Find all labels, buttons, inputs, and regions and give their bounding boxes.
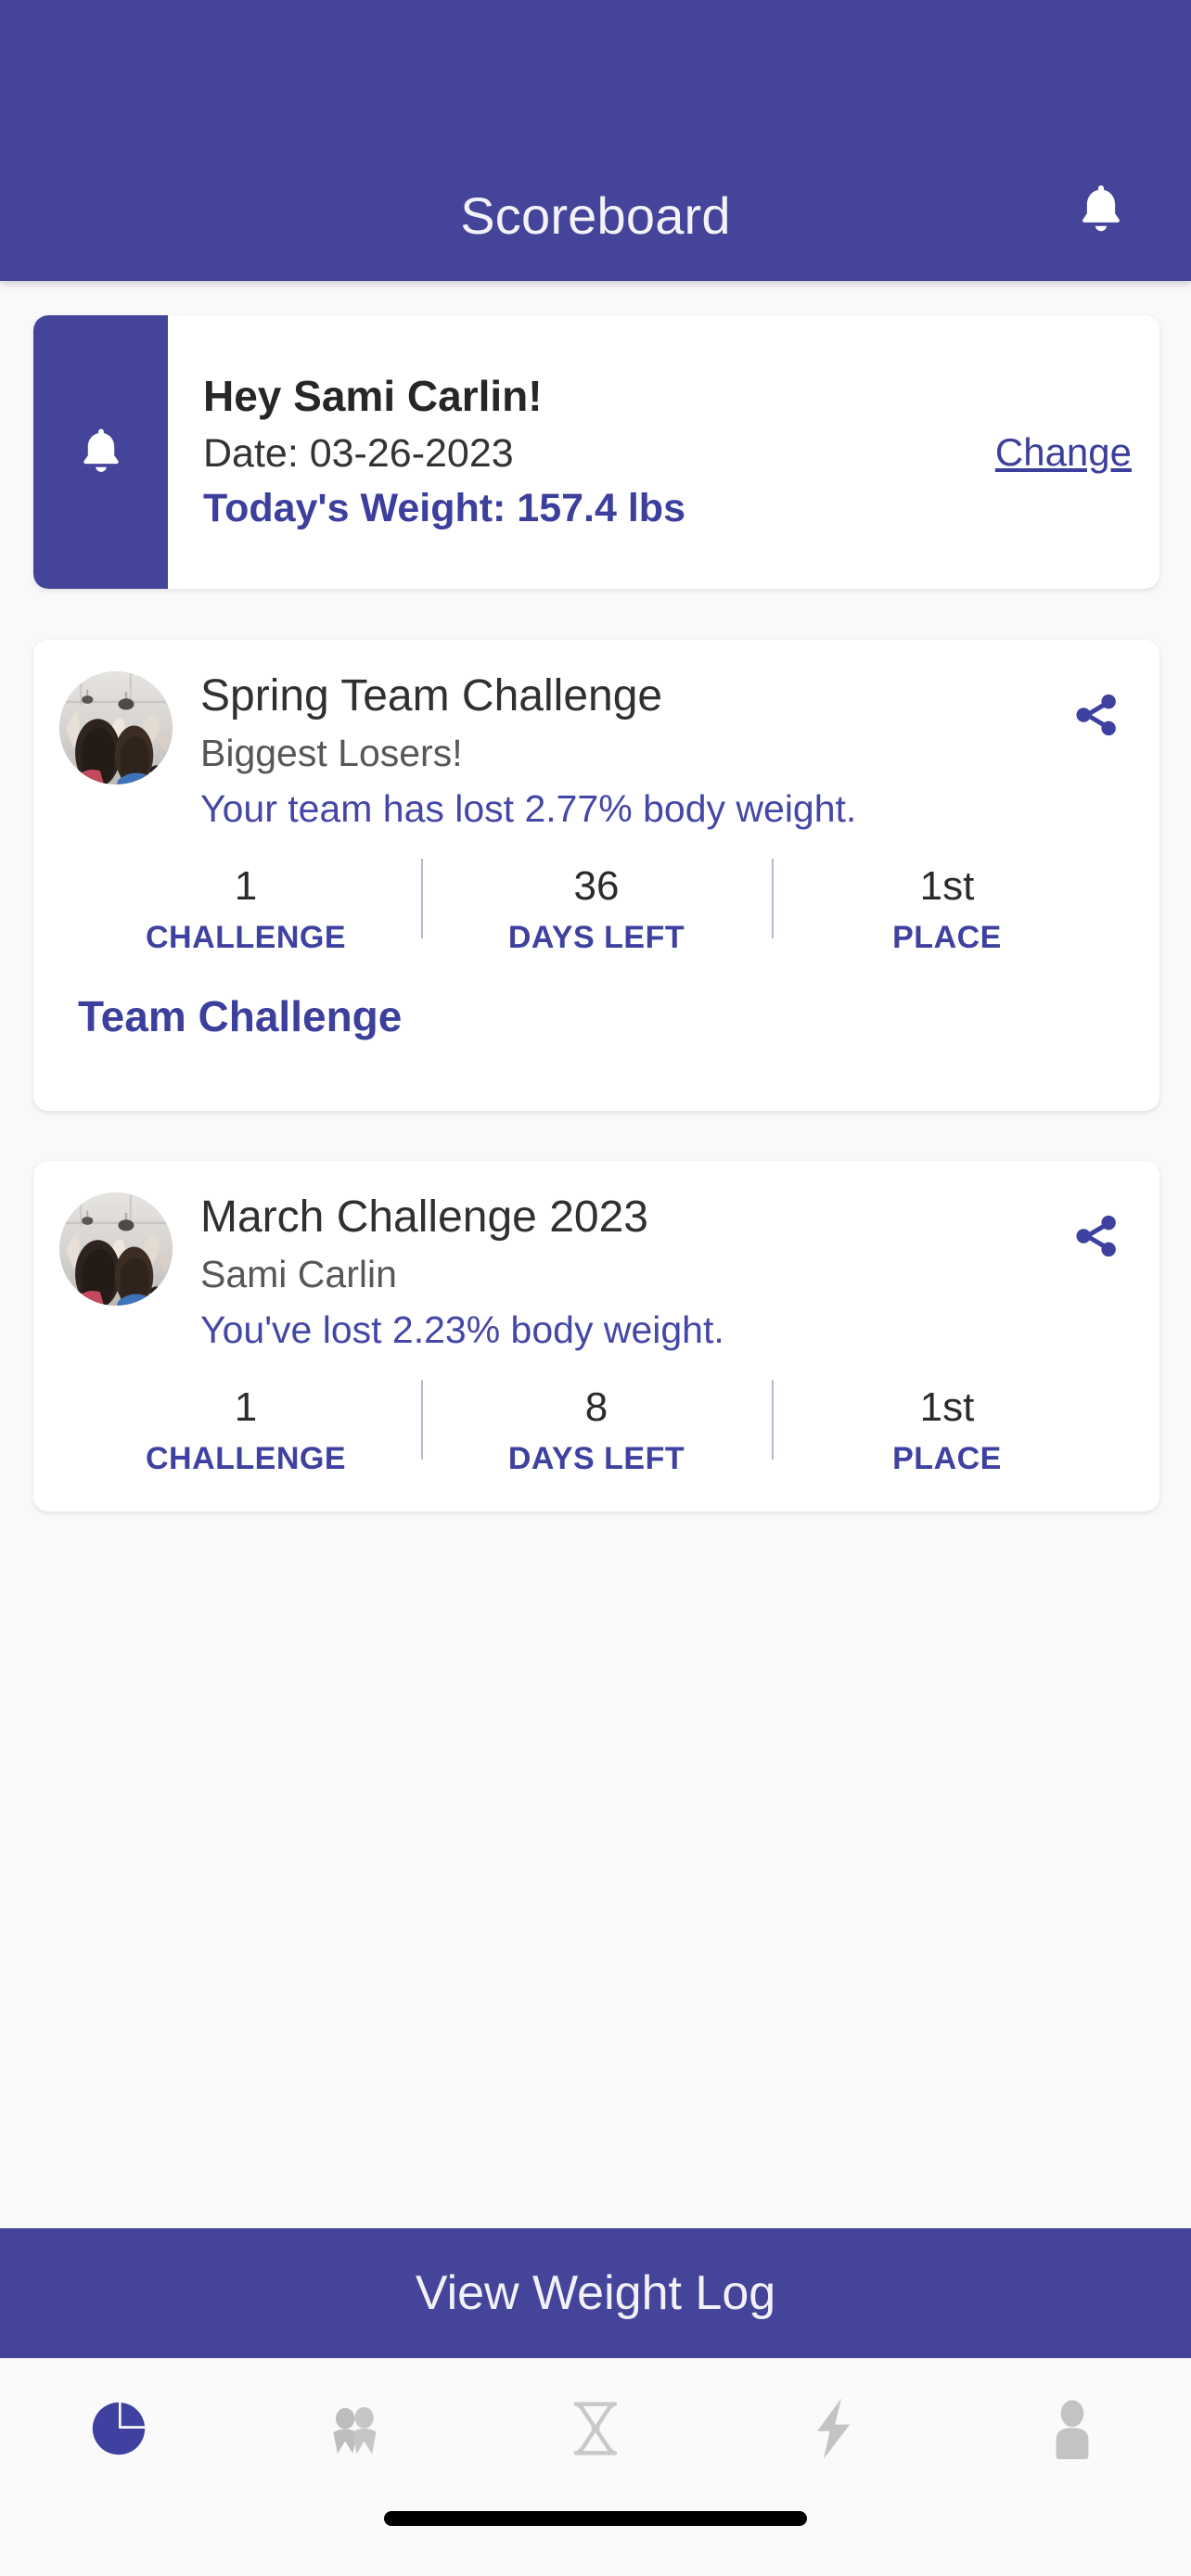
challenge-avatar [59, 671, 173, 784]
stat-label: CHALLENGE [145, 919, 347, 955]
page-title: Scoreboard [460, 186, 731, 245]
greeting-weight: Today's Weight: 157.4 lbs [203, 486, 685, 531]
greeting-name: Hey Sami Carlin! [203, 371, 543, 420]
tab-scoreboard[interactable] [0, 2359, 238, 2498]
person-icon [1056, 2400, 1088, 2459]
home-indicator[interactable] [384, 2511, 807, 2526]
change-weight-link[interactable]: Change [982, 430, 1132, 475]
stat-value: 8 [584, 1384, 608, 1431]
challenge-stats-row: 1 CHALLENGE 36 DAYS LEFT 1st PLACE [33, 833, 1159, 965]
share-button[interactable] [1063, 682, 1128, 747]
challenge-stats-row: 1 CHALLENGE 8 DAYS LEFT 1st PLACE [33, 1354, 1159, 1486]
share-button[interactable] [1063, 1204, 1128, 1269]
bell-icon [83, 428, 119, 472]
challenge-header: Spring Team Challenge Biggest Losers! Yo… [33, 640, 1159, 833]
stat-value: 1st [919, 1384, 975, 1431]
challenge-header: March Challenge 2023 Sami Carlin You've … [33, 1161, 1159, 1354]
pie-chart-icon [93, 2402, 146, 2455]
challenge-progress-text: Your team has lost 2.77% body weight. [200, 786, 857, 830]
greeting-body: Hey Sami Carlin! Date: 03-26-2023 Today'… [168, 315, 1159, 589]
challenge-subtitle: Sami Carlin [200, 1252, 397, 1295]
stat-label: PLACE [892, 1440, 1002, 1476]
challenge-card-spring-team[interactable]: Spring Team Challenge Biggest Losers! Yo… [33, 640, 1159, 1111]
stat-place: 1st PLACE [772, 857, 1122, 965]
greeting-accent-block [33, 315, 168, 589]
people-group-icon [333, 2406, 377, 2455]
stat-label: DAYS LEFT [507, 919, 685, 955]
app-header: Scoreboard [0, 0, 1191, 281]
share-icon [1076, 1215, 1116, 1257]
stat-challenge: 1 CHALLENGE [70, 857, 421, 965]
stat-label: PLACE [892, 919, 1002, 955]
gym-group-photo-icon [59, 671, 173, 784]
tab-teams[interactable] [238, 2359, 477, 2498]
stat-value: 1st [919, 863, 975, 910]
greeting-card: Hey Sami Carlin! Date: 03-26-2023 Today'… [33, 315, 1159, 589]
bottom-tab-bar [0, 2358, 1191, 2498]
challenge-card-march-2023[interactable]: March Challenge 2023 Sami Carlin You've … [33, 1161, 1159, 1511]
challenge-title: Spring Team Challenge [200, 671, 663, 721]
notifications-bell-icon[interactable] [1069, 177, 1133, 244]
stat-days-left: 8 DAYS LEFT [421, 1378, 772, 1486]
view-weight-log-label: View Weight Log [415, 2266, 776, 2320]
greeting-date: Date: 03-26-2023 [203, 430, 514, 476]
stat-challenge: 1 CHALLENGE [70, 1378, 421, 1486]
view-weight-log-button[interactable]: View Weight Log [0, 2228, 1191, 2358]
stat-value: 1 [234, 1384, 258, 1431]
bell-icon [1082, 185, 1120, 232]
stat-label: CHALLENGE [145, 1440, 347, 1476]
hourglass-icon [573, 2402, 618, 2455]
stat-days-left: 36 DAYS LEFT [421, 857, 772, 965]
stat-value: 1 [234, 863, 258, 910]
challenge-avatar [59, 1192, 173, 1306]
tab-profile[interactable] [953, 2359, 1191, 2498]
team-challenge-link[interactable]: Team Challenge [33, 965, 1159, 1041]
tab-history[interactable] [477, 2359, 715, 2498]
tab-activity[interactable] [714, 2359, 953, 2498]
challenge-title: March Challenge 2023 [200, 1192, 648, 1242]
challenge-info: Spring Team Challenge Biggest Losers! Yo… [173, 668, 1063, 833]
greeting-texts: Hey Sami Carlin! Date: 03-26-2023 Today'… [203, 369, 982, 536]
stat-place: 1st PLACE [772, 1378, 1122, 1486]
stat-label: DAYS LEFT [507, 1440, 685, 1476]
home-indicator-area [0, 2498, 1191, 2576]
challenge-info: March Challenge 2023 Sami Carlin You've … [173, 1189, 1063, 1354]
app-screen: Scoreboard Hey Sami Carlin! Date: 03-26-… [0, 0, 1191, 2576]
stat-value: 36 [573, 863, 620, 910]
challenge-subtitle: Biggest Losers! [200, 731, 463, 774]
gym-group-photo-icon [59, 1192, 173, 1306]
share-icon [1076, 694, 1116, 736]
challenge-progress-text: You've lost 2.23% body weight. [200, 1307, 724, 1351]
lightning-bolt-icon [816, 2398, 851, 2459]
